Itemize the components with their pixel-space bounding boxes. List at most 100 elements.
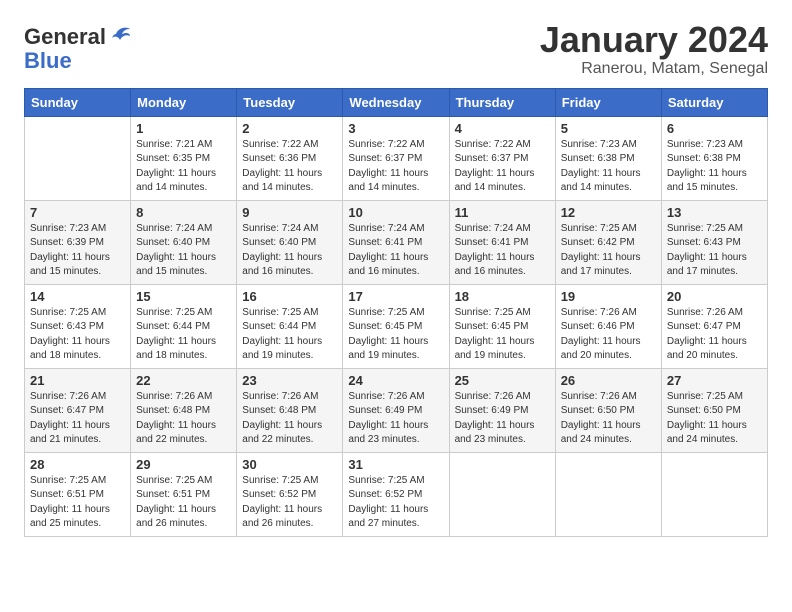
day-number: 11 xyxy=(455,205,550,220)
day-info: Sunrise: 7:25 AMSunset: 6:44 PMDaylight:… xyxy=(242,306,337,364)
header-day-monday: Monday xyxy=(131,88,237,116)
day-number: 28 xyxy=(30,457,125,472)
cell-week3-day3: 24Sunrise: 7:26 AMSunset: 6:49 PMDayligh… xyxy=(343,368,449,452)
cell-week1-day0: 7 Sunrise: 7:23 AMSunset: 6:39 PMDaylight… xyxy=(25,200,131,284)
cell-week1-day6: 13 Sunrise: 7:25 AMSunset: 6:43 PMDayligh… xyxy=(661,200,767,284)
logo-general-text: General xyxy=(24,24,106,50)
cell-week2-day3: 17Sunrise: 7:25 AMSunset: 6:45 PMDayligh… xyxy=(343,284,449,368)
day-info: Sunrise: 7:25 AMSunset: 6:43 PMDaylight:… xyxy=(667,222,762,280)
day-number: 7 xyxy=(30,205,125,220)
calendar-table: SundayMondayTuesdayWednesdayThursdayFrid… xyxy=(24,88,768,537)
cell-week0-day1: 1Sunrise: 7:21 AMSunset: 6:35 PMDaylight… xyxy=(131,116,237,200)
day-info: Sunrise: 7:26 AMSunset: 6:48 PMDaylight:… xyxy=(136,390,231,448)
cell-week3-day1: 22 Sunrise: 7:26 AMSunset: 6:48 PMDayligh… xyxy=(131,368,237,452)
day-info: Sunrise: 7:23 AMSunset: 6:38 PMDaylight:… xyxy=(561,138,656,196)
cell-week2-day0: 14 Sunrise: 7:25 AMSunset: 6:43 PMDayligh… xyxy=(25,284,131,368)
day-info: Sunrise: 7:26 AMSunset: 6:46 PMDaylight:… xyxy=(561,306,656,364)
title-area: January 2024 Ranerou, Matam, Senegal xyxy=(540,20,768,78)
day-number: 3 xyxy=(348,121,443,136)
day-number: 12 xyxy=(561,205,656,220)
day-info: Sunrise: 7:25 AMSunset: 6:42 PMDaylight:… xyxy=(561,222,656,280)
day-info: Sunrise: 7:24 AMSunset: 6:41 PMDaylight:… xyxy=(348,222,443,280)
logo-blue-text: Blue xyxy=(24,48,72,74)
day-number: 19 xyxy=(561,289,656,304)
calendar-header: SundayMondayTuesdayWednesdayThursdayFrid… xyxy=(25,88,768,116)
day-number: 31 xyxy=(348,457,443,472)
cell-week3-day4: 25 Sunrise: 7:26 AMSunset: 6:49 PMDayligh… xyxy=(449,368,555,452)
day-number: 10 xyxy=(348,205,443,220)
cell-week2-day2: 16Sunrise: 7:25 AMSunset: 6:44 PMDayligh… xyxy=(237,284,343,368)
day-number: 26 xyxy=(561,373,656,388)
day-number: 20 xyxy=(667,289,762,304)
cell-week3-day2: 23Sunrise: 7:26 AMSunset: 6:48 PMDayligh… xyxy=(237,368,343,452)
day-number: 22 xyxy=(136,373,231,388)
day-info: Sunrise: 7:25 AMSunset: 6:51 PMDaylight:… xyxy=(30,474,125,532)
day-info: Sunrise: 7:23 AMSunset: 6:39 PMDaylight:… xyxy=(30,222,125,280)
cell-week1-day2: 9Sunrise: 7:24 AMSunset: 6:40 PMDaylight… xyxy=(237,200,343,284)
week-row-3: 21 Sunrise: 7:26 AMSunset: 6:47 PMDayligh… xyxy=(25,368,768,452)
day-info: Sunrise: 7:24 AMSunset: 6:40 PMDaylight:… xyxy=(136,222,231,280)
day-info: Sunrise: 7:23 AMSunset: 6:38 PMDaylight:… xyxy=(667,138,762,196)
day-info: Sunrise: 7:24 AMSunset: 6:40 PMDaylight:… xyxy=(242,222,337,280)
cell-week4-day1: 29 Sunrise: 7:25 AMSunset: 6:51 PMDayligh… xyxy=(131,452,237,536)
day-info: Sunrise: 7:25 AMSunset: 6:45 PMDaylight:… xyxy=(455,306,550,364)
day-info: Sunrise: 7:22 AMSunset: 6:36 PMDaylight:… xyxy=(242,138,337,196)
day-number: 18 xyxy=(455,289,550,304)
cell-week4-day0: 28 Sunrise: 7:25 AMSunset: 6:51 PMDayligh… xyxy=(25,452,131,536)
day-info: Sunrise: 7:24 AMSunset: 6:41 PMDaylight:… xyxy=(455,222,550,280)
cell-week4-day2: 30 Sunrise: 7:25 AMSunset: 6:52 PMDayligh… xyxy=(237,452,343,536)
week-row-2: 14 Sunrise: 7:25 AMSunset: 6:43 PMDayligh… xyxy=(25,284,768,368)
day-info: Sunrise: 7:26 AMSunset: 6:48 PMDaylight:… xyxy=(242,390,337,448)
day-number: 14 xyxy=(30,289,125,304)
day-info: Sunrise: 7:25 AMSunset: 6:43 PMDaylight:… xyxy=(30,306,125,364)
cell-week2-day1: 15 Sunrise: 7:25 AMSunset: 6:44 PMDayligh… xyxy=(131,284,237,368)
bird-icon xyxy=(108,24,132,46)
day-number: 17 xyxy=(348,289,443,304)
header-day-wednesday: Wednesday xyxy=(343,88,449,116)
day-info: Sunrise: 7:25 AMSunset: 6:50 PMDaylight:… xyxy=(667,390,762,448)
day-info: Sunrise: 7:22 AMSunset: 6:37 PMDaylight:… xyxy=(348,138,443,196)
day-number: 15 xyxy=(136,289,231,304)
cell-week1-day1: 8 Sunrise: 7:24 AMSunset: 6:40 PMDaylight… xyxy=(131,200,237,284)
day-info: Sunrise: 7:26 AMSunset: 6:50 PMDaylight:… xyxy=(561,390,656,448)
header-day-saturday: Saturday xyxy=(661,88,767,116)
header-day-sunday: Sunday xyxy=(25,88,131,116)
week-row-0: 1Sunrise: 7:21 AMSunset: 6:35 PMDaylight… xyxy=(25,116,768,200)
day-info: Sunrise: 7:25 AMSunset: 6:52 PMDaylight:… xyxy=(348,474,443,532)
cell-week4-day3: 31 Sunrise: 7:25 AMSunset: 6:52 PMDayligh… xyxy=(343,452,449,536)
cell-week1-day4: 11 Sunrise: 7:24 AMSunset: 6:41 PMDayligh… xyxy=(449,200,555,284)
day-info: Sunrise: 7:26 AMSunset: 6:47 PMDaylight:… xyxy=(667,306,762,364)
day-number: 24 xyxy=(348,373,443,388)
header: General Blue January 2024 Ranerou, Matam… xyxy=(24,20,768,78)
cell-week3-day5: 26 Sunrise: 7:26 AMSunset: 6:50 PMDayligh… xyxy=(555,368,661,452)
day-number: 8 xyxy=(136,205,231,220)
day-info: Sunrise: 7:25 AMSunset: 6:44 PMDaylight:… xyxy=(136,306,231,364)
day-number: 2 xyxy=(242,121,337,136)
day-info: Sunrise: 7:25 AMSunset: 6:51 PMDaylight:… xyxy=(136,474,231,532)
week-row-4: 28 Sunrise: 7:25 AMSunset: 6:51 PMDayligh… xyxy=(25,452,768,536)
day-info: Sunrise: 7:22 AMSunset: 6:37 PMDaylight:… xyxy=(455,138,550,196)
day-number: 29 xyxy=(136,457,231,472)
day-number: 25 xyxy=(455,373,550,388)
cell-week1-day3: 10 Sunrise: 7:24 AMSunset: 6:41 PMDayligh… xyxy=(343,200,449,284)
day-number: 21 xyxy=(30,373,125,388)
cell-week2-day5: 19 Sunrise: 7:26 AMSunset: 6:46 PMDayligh… xyxy=(555,284,661,368)
cell-week3-day6: 27Sunrise: 7:25 AMSunset: 6:50 PMDayligh… xyxy=(661,368,767,452)
day-info: Sunrise: 7:25 AMSunset: 6:52 PMDaylight:… xyxy=(242,474,337,532)
cell-week1-day5: 12 Sunrise: 7:25 AMSunset: 6:42 PMDayligh… xyxy=(555,200,661,284)
day-info: Sunrise: 7:26 AMSunset: 6:49 PMDaylight:… xyxy=(455,390,550,448)
day-number: 13 xyxy=(667,205,762,220)
cell-week0-day4: 4Sunrise: 7:22 AMSunset: 6:37 PMDaylight… xyxy=(449,116,555,200)
day-number: 1 xyxy=(136,121,231,136)
calendar-title: January 2024 xyxy=(540,20,768,60)
calendar-location: Ranerou, Matam, Senegal xyxy=(540,60,768,78)
calendar-body: 1Sunrise: 7:21 AMSunset: 6:35 PMDaylight… xyxy=(25,116,768,536)
logo: General Blue xyxy=(24,24,132,74)
day-number: 6 xyxy=(667,121,762,136)
cell-week4-day6 xyxy=(661,452,767,536)
cell-week0-day5: 5Sunrise: 7:23 AMSunset: 6:38 PMDaylight… xyxy=(555,116,661,200)
cell-week2-day6: 20 Sunrise: 7:26 AMSunset: 6:47 PMDayligh… xyxy=(661,284,767,368)
day-number: 30 xyxy=(242,457,337,472)
week-row-1: 7 Sunrise: 7:23 AMSunset: 6:39 PMDaylight… xyxy=(25,200,768,284)
day-info: Sunrise: 7:26 AMSunset: 6:47 PMDaylight:… xyxy=(30,390,125,448)
